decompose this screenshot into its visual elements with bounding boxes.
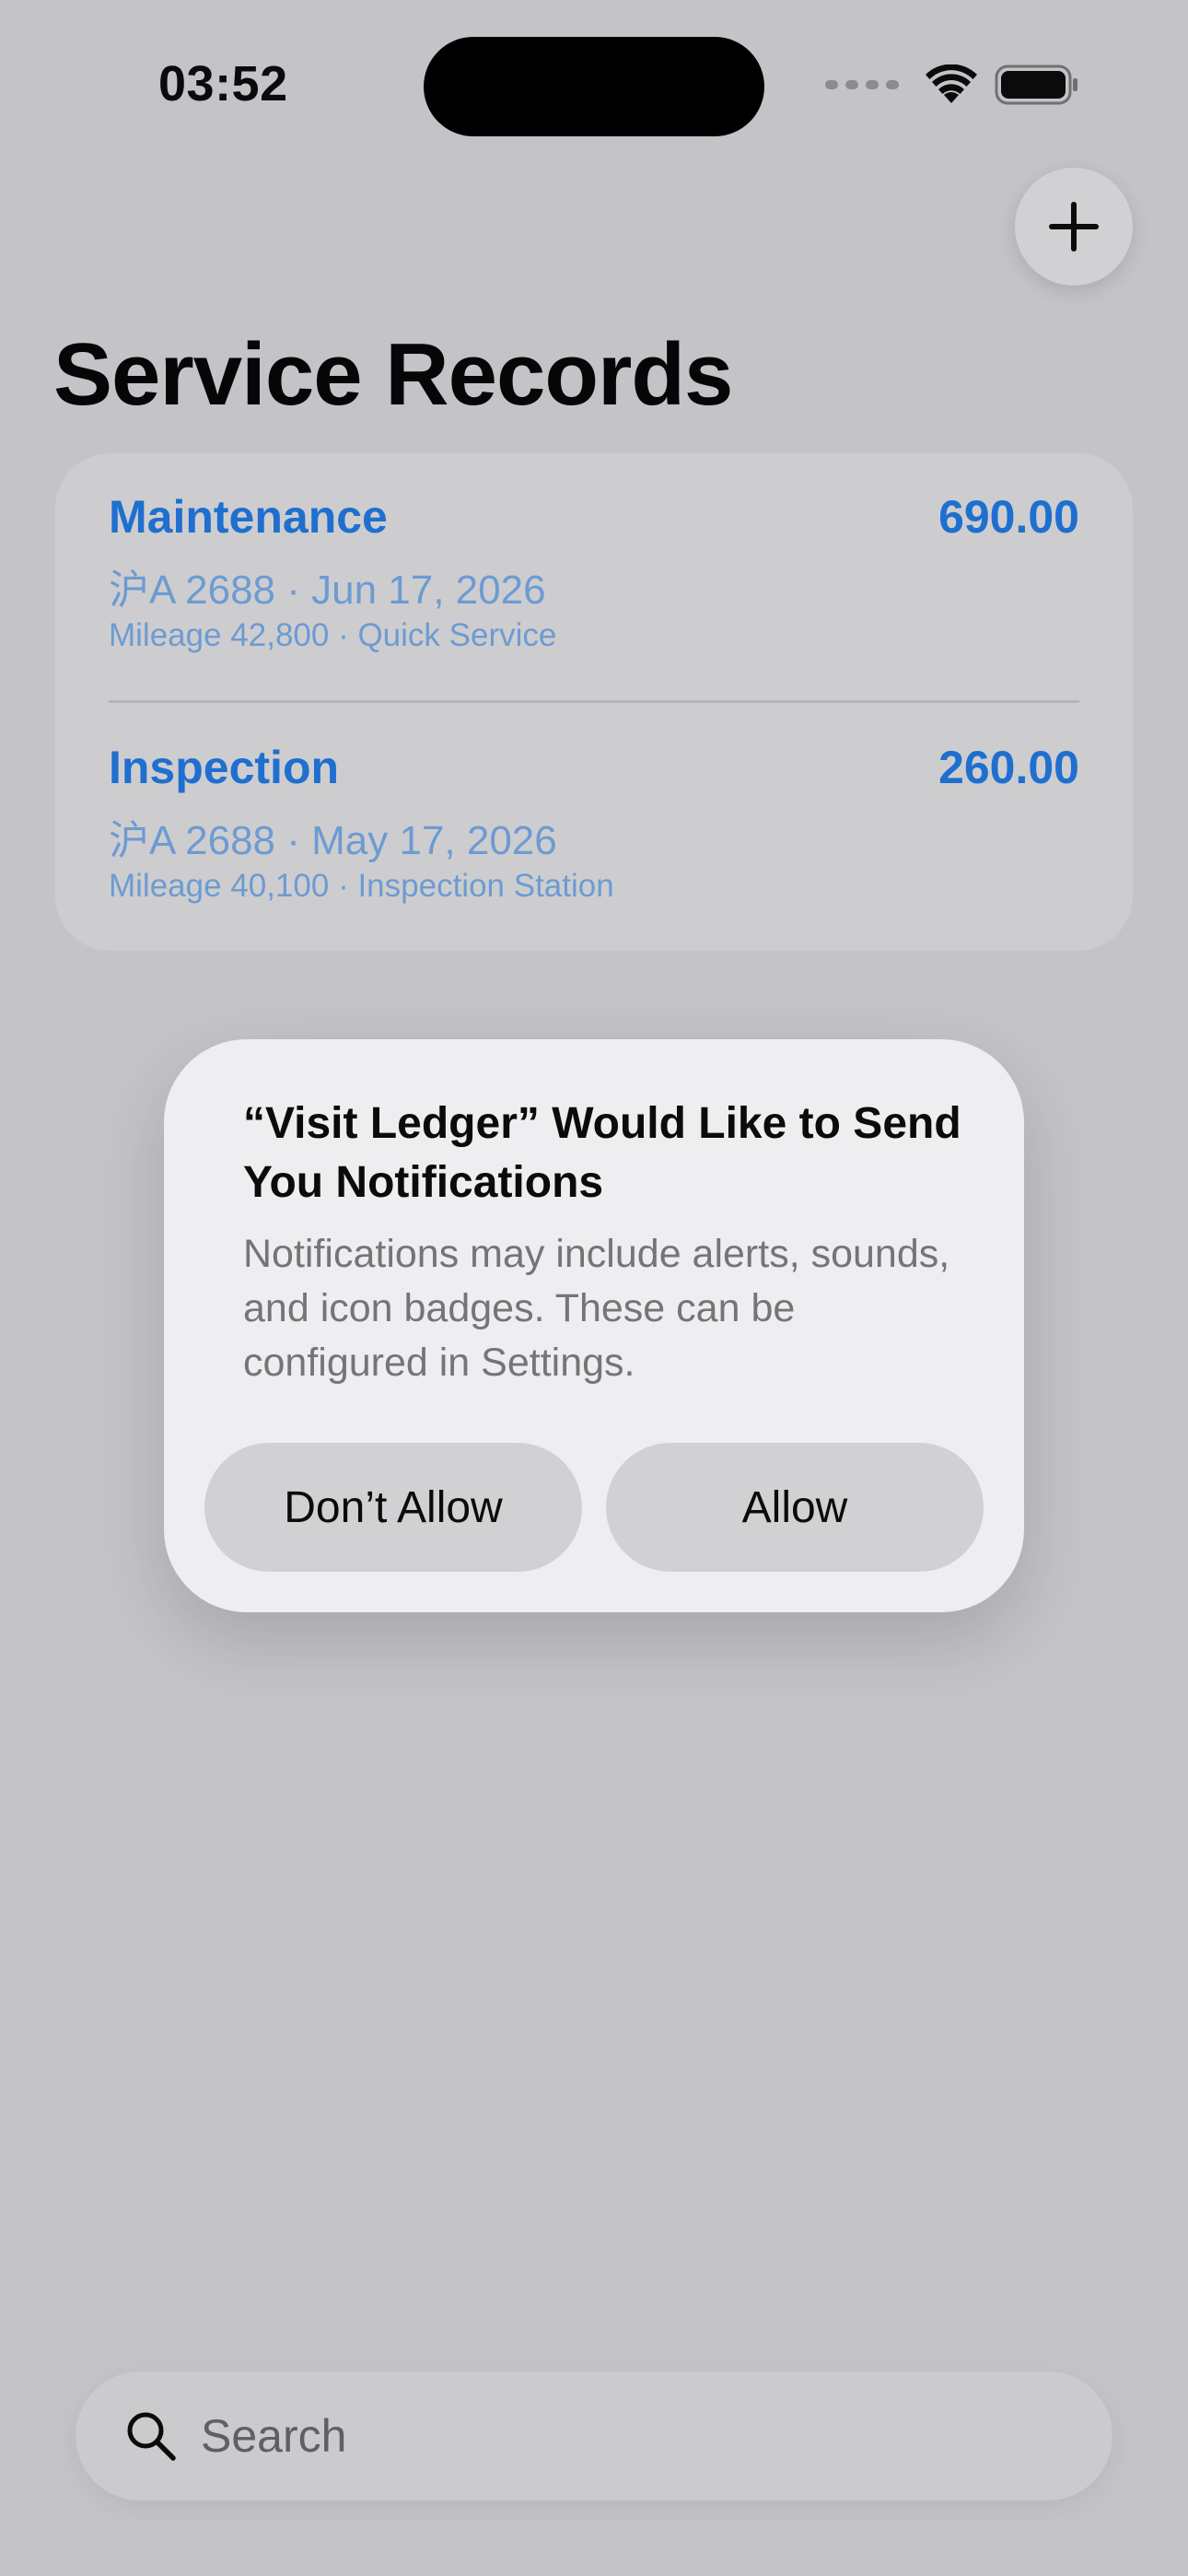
status-time: 03:52 xyxy=(158,56,288,111)
alert-message: Notifications may include alerts, sounds… xyxy=(243,1232,950,1385)
add-record-button[interactable] xyxy=(1015,168,1133,286)
search-bar[interactable] xyxy=(76,2371,1112,2500)
record-detail: Mileage 40,100 · Inspection Station xyxy=(109,868,614,904)
search-icon xyxy=(127,2412,176,2461)
screen: 03:52 Service Records Maintenance 690.00 xyxy=(0,0,1188,2576)
dynamic-island xyxy=(424,37,764,136)
record-amount: 260.00 xyxy=(938,742,1079,793)
record-subtitle: 沪A 2688 · Jun 17, 2026 xyxy=(109,568,546,613)
battery-icon xyxy=(995,64,1077,105)
record-type: Inspection xyxy=(109,742,340,793)
row-divider xyxy=(109,700,1079,703)
record-amount: 690.00 xyxy=(938,491,1079,543)
record-detail: Mileage 42,800 · Quick Service xyxy=(109,617,557,653)
search-input[interactable] xyxy=(201,2371,1030,2500)
page-title: Service Records xyxy=(53,325,733,424)
record-row-inspection[interactable]: Inspection 260.00 沪A 2688 · May 17, 2026… xyxy=(109,741,1079,953)
record-row-maintenance[interactable]: Maintenance 690.00 沪A 2688 · Jun 17, 202… xyxy=(109,490,1079,702)
allow-button[interactable]: Allow xyxy=(606,1443,984,1572)
status-icons xyxy=(825,64,1079,105)
dont-allow-button[interactable]: Don’t Allow xyxy=(204,1443,582,1572)
record-subtitle: 沪A 2688 · May 17, 2026 xyxy=(109,818,557,863)
alert-title: “Visit Ledger” Would Like to Send You No… xyxy=(243,1099,961,1207)
plus-icon xyxy=(1049,202,1099,252)
record-type: Maintenance xyxy=(109,491,388,543)
wifi-icon xyxy=(926,64,977,103)
cellular-signal-icon xyxy=(825,80,899,89)
records-list: Maintenance 690.00 沪A 2688 · Jun 17, 202… xyxy=(55,453,1133,951)
notification-permission-alert: “Visit Ledger” Would Like to Send You No… xyxy=(164,1039,1024,1612)
